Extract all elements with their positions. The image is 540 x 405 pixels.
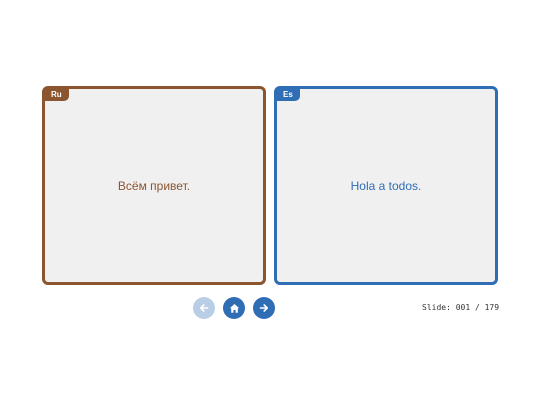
home-button[interactable] xyxy=(223,297,245,319)
slide-counter: Slide: 001 / 179 xyxy=(422,303,500,312)
home-icon xyxy=(229,303,239,313)
source-language-tag: Ru xyxy=(44,88,69,101)
next-slide-button[interactable] xyxy=(253,297,275,319)
target-phrase-text: Hola a todos. xyxy=(350,178,422,193)
previous-slide-button[interactable] xyxy=(193,297,215,319)
arrow-right-icon xyxy=(259,304,268,312)
source-phrase-text: Всём привет. xyxy=(117,178,191,193)
slide-stage: Ru Всём привет. Es Hola a todos. Slide: … xyxy=(0,0,540,405)
arrow-left-icon xyxy=(200,304,209,312)
source-phrase-card: Ru Всём привет. xyxy=(42,86,266,285)
target-language-tag: Es xyxy=(276,88,300,101)
target-phrase-card: Es Hola a todos. xyxy=(274,86,498,285)
